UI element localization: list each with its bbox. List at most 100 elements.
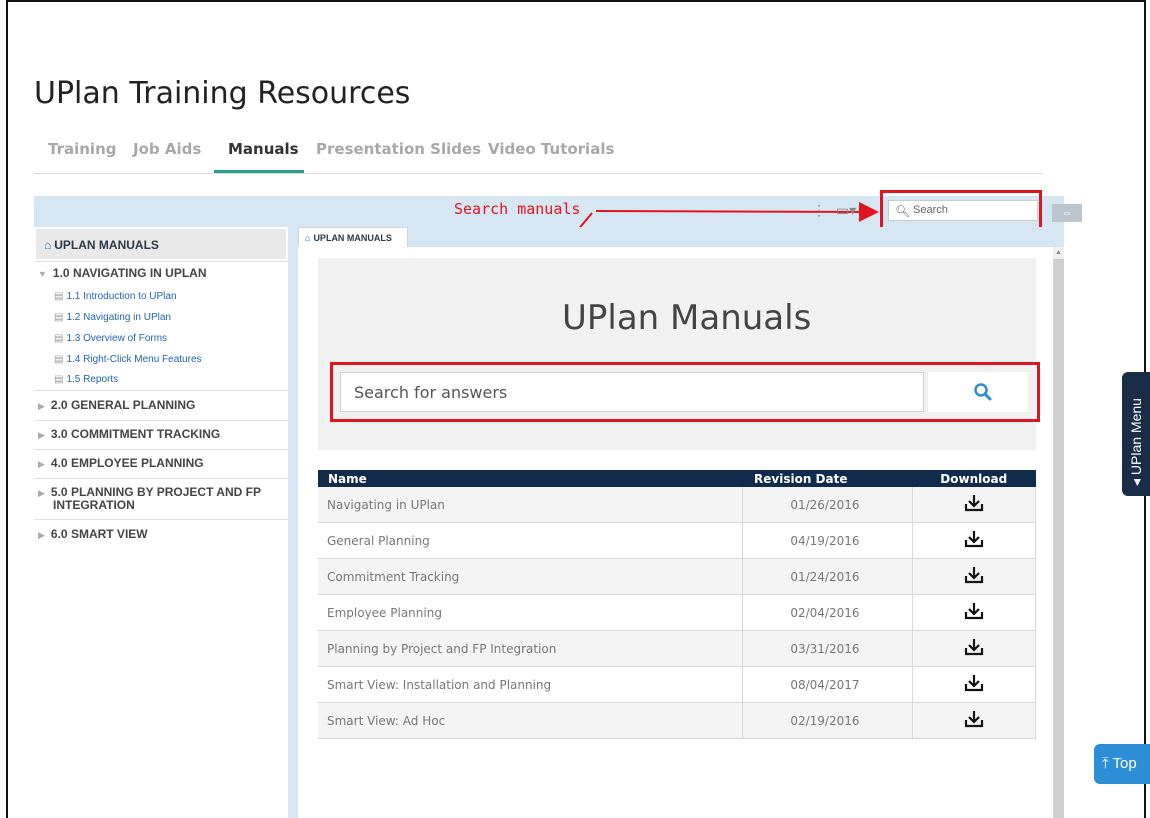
tab-job-aids[interactable]: Job Aids — [133, 140, 201, 158]
pane-splitter[interactable] — [288, 227, 298, 818]
table-row: Smart View: Ad Hoc 02/19/2016 — [318, 702, 1036, 739]
revision-date: 01/26/2016 — [741, 487, 912, 523]
sidebar-section-6[interactable]: ▶ 6.0 SMART VIEW — [38, 527, 148, 541]
download-icon — [964, 675, 983, 692]
document-icon: ▤ — [54, 291, 64, 302]
revision-date: 02/19/2016 — [741, 702, 912, 739]
download-button[interactable] — [911, 666, 1036, 703]
divider — [34, 519, 288, 520]
revision-date: 03/31/2016 — [741, 630, 912, 667]
document-icon: ▤ — [54, 374, 64, 385]
table-header-row: Name Revision Date Download — [318, 470, 1036, 487]
tab-presentation-slides[interactable]: Presentation Slides — [316, 140, 481, 158]
sidebar-section-1[interactable]: ▼ 1.0 NAVIGATING IN UPLAN — [38, 266, 207, 280]
divider — [34, 261, 288, 262]
document-icon: ▤ — [54, 312, 64, 323]
download-button[interactable] — [911, 630, 1036, 667]
sidebar-item-1-1[interactable]: ▤ 1.1 Introduction to UPlan — [54, 291, 177, 302]
active-tab-indicator — [214, 170, 304, 173]
sidebar-item-1-2[interactable]: ▤ 1.2 Navigating in UPlan — [54, 312, 171, 323]
expand-icon[interactable]: ⇔ — [1052, 204, 1082, 222]
annotation-label: Search manuals — [454, 200, 581, 218]
manual-name: General Planning — [318, 522, 742, 559]
chevron-right-icon: ▶ — [38, 530, 45, 540]
download-button[interactable] — [911, 487, 1036, 523]
section-label-cont: INTEGRATION — [53, 498, 135, 512]
download-button[interactable] — [911, 522, 1036, 559]
table-row: General Planning 04/19/2016 — [318, 522, 1036, 559]
home-icon: ⌂ — [44, 238, 52, 252]
sidebar-section-2[interactable]: ▶ 2.0 GENERAL PLANNING — [38, 398, 195, 412]
more-options-icon[interactable]: ⋮ — [812, 202, 826, 218]
revision-date: 04/19/2016 — [741, 522, 912, 559]
manual-name: Employee Planning — [318, 594, 742, 631]
column-header-download[interactable]: Download — [912, 470, 1036, 487]
tab-video-tutorials[interactable]: Video Tutorials — [488, 140, 614, 158]
back-to-top-button[interactable]: ⤒ Top — [1094, 744, 1150, 784]
top-button-label: Top — [1112, 755, 1137, 772]
divider — [34, 449, 288, 450]
column-header-revision-date[interactable]: Revision Date — [742, 470, 912, 487]
bookmark-icon[interactable]: ▭▾ — [836, 202, 856, 218]
section-label: 3.0 COMMITMENT TRACKING — [50, 427, 221, 441]
chevron-down-icon: ▼ — [38, 269, 47, 279]
divider — [34, 420, 288, 421]
arrow-up-icon: ⤒ — [1102, 755, 1109, 772]
sidebar-section-5[interactable]: ▶ 5.0 PLANNING BY PROJECT AND FP INTEGRATI… — [38, 486, 261, 511]
chevron-right-icon: ▶ — [38, 430, 45, 440]
section-label: 4.0 EMPLOYEE PLANNING — [50, 456, 204, 470]
annotation-highlight-search — [880, 190, 1042, 230]
column-header-name[interactable]: Name — [318, 470, 742, 487]
toolbar-icons[interactable]: ⋮ ▭▾ — [812, 202, 856, 219]
annotation-highlight-answers — [330, 362, 1040, 422]
download-icon — [964, 639, 983, 656]
home-icon: ⌂ — [305, 233, 311, 243]
download-button[interactable] — [911, 594, 1036, 631]
content-tab-label: UPLAN MANUALS — [313, 233, 392, 243]
manual-name: Planning by Project and FP Integration — [318, 630, 742, 667]
item-label: 1.4 Right-Click Menu Features — [66, 354, 202, 365]
tab-training[interactable]: Training — [48, 140, 116, 158]
manual-name: Navigating in UPlan — [318, 487, 742, 523]
table-row: Smart View: Installation and Planning 08/… — [318, 666, 1036, 703]
section-label: 1.0 NAVIGATING IN UPLAN — [52, 266, 207, 280]
table-row: Planning by Project and FP Integration 03… — [318, 630, 1036, 667]
scroll-up-icon[interactable]: ▲ — [1053, 247, 1064, 259]
manuals-table: Name Revision Date Download Navigating i… — [318, 470, 1036, 739]
sidebar-section-4[interactable]: ▶ 4.0 EMPLOYEE PLANNING — [38, 456, 204, 470]
sidebar-item-1-4[interactable]: ▤ 1.4 Right-Click Menu Features — [54, 354, 202, 365]
table-row: Employee Planning 02/04/2016 — [318, 594, 1036, 631]
resource-tabs: Training Job Aids Manuals Presentation S… — [34, 137, 1042, 174]
table-row: Commitment Tracking 01/24/2016 — [318, 558, 1036, 595]
uplan-menu-label[interactable]: ◂ UPlan Menu — [1122, 372, 1150, 496]
table-row: Navigating in UPlan 01/26/2016 — [318, 487, 1036, 523]
sidebar-item-1-5[interactable]: ▤ 1.5 Reports — [54, 374, 118, 385]
revision-date: 08/04/2017 — [741, 666, 912, 703]
divider — [34, 390, 288, 391]
sidebar: ⌂ UPLAN MANUALS ▼ 1.0 NAVIGATING IN UPLAN … — [34, 227, 288, 818]
section-label: 2.0 GENERAL PLANNING — [50, 398, 196, 412]
download-button[interactable] — [911, 702, 1036, 739]
manual-name: Commitment Tracking — [318, 558, 742, 595]
scrollbar[interactable] — [1053, 247, 1064, 818]
hero-title: UPlan Manuals — [562, 298, 812, 338]
sidebar-header-label: UPLAN MANUALS — [54, 238, 159, 252]
download-icon — [964, 495, 983, 512]
document-icon: ▤ — [54, 354, 64, 365]
download-icon — [964, 711, 983, 728]
download-icon — [964, 567, 983, 584]
sidebar-section-3[interactable]: ▶ 3.0 COMMITMENT TRACKING — [38, 427, 220, 441]
manual-name: Smart View: Installation and Planning — [318, 666, 742, 703]
divider — [34, 478, 288, 479]
item-label: 1.1 Introduction to UPlan — [66, 291, 177, 302]
uplan-menu-text: UPlan Menu — [1128, 398, 1144, 476]
download-button[interactable] — [911, 558, 1036, 595]
sidebar-header[interactable]: ⌂ UPLAN MANUALS — [36, 229, 286, 259]
content-tab-uplan-manuals[interactable]: ⌂ UPLAN MANUALS — [298, 227, 408, 247]
revision-date: 02/04/2016 — [741, 594, 912, 631]
tab-manuals[interactable]: Manuals — [228, 140, 299, 158]
caret-left-icon: ◂ — [1128, 475, 1144, 486]
sidebar-item-1-3[interactable]: ▤ 1.3 Overview of Forms — [54, 333, 167, 344]
manual-name: Smart View: Ad Hoc — [318, 702, 742, 739]
item-label: 1.5 Reports — [66, 374, 119, 385]
